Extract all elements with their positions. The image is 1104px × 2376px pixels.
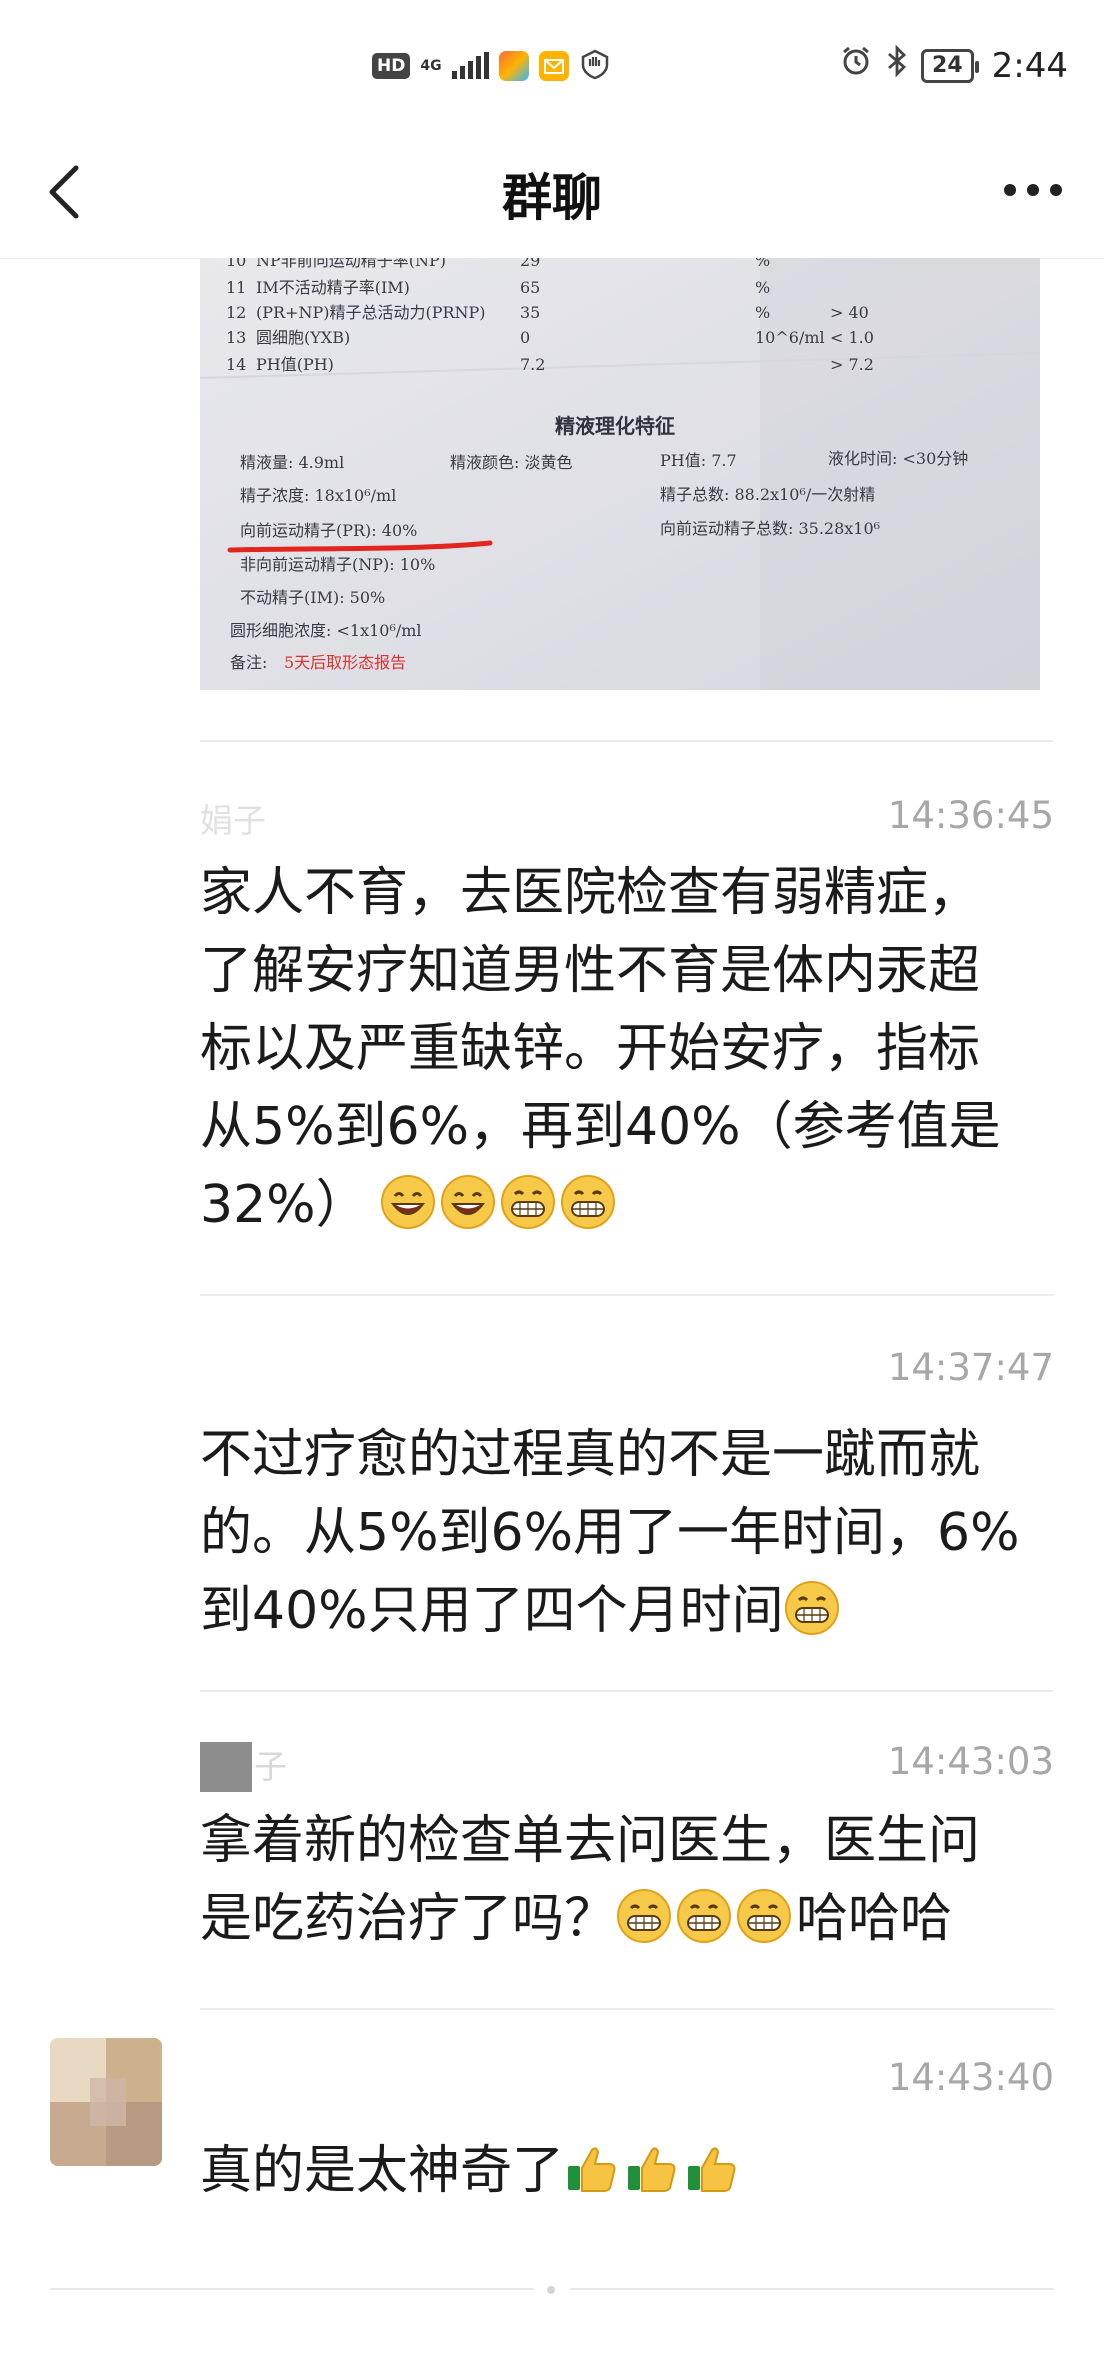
thumbs-up-emoji bbox=[564, 2140, 620, 2196]
alarm-icon bbox=[839, 44, 873, 87]
report-cell: > 7.2 bbox=[830, 355, 874, 374]
report-cell: 圆细胞(YXB) bbox=[256, 328, 350, 347]
chat-header: 群聊 bbox=[0, 130, 1104, 259]
grinning-emoji bbox=[560, 1174, 616, 1230]
report-ph: PH值: 7.7 bbox=[660, 451, 737, 470]
message-text: 拿着新的检查单去问医生，医生问 是吃药治疗了吗？ 哈哈哈 bbox=[200, 1811, 981, 1949]
status-bar: HD 4G 24 2:44 bbox=[0, 0, 1104, 130]
report-section-title: 精液理化特征 bbox=[555, 414, 675, 438]
grinning-emoji bbox=[676, 1888, 732, 1944]
report-cell: 7.2 bbox=[520, 355, 545, 374]
report-cell: 35 bbox=[520, 303, 540, 322]
report-cell: 13 bbox=[226, 328, 246, 347]
report-cell: IM不活动精子率(IM) bbox=[256, 278, 410, 297]
report-volume: 精液量: 4.9ml bbox=[240, 453, 344, 472]
smile-emoji bbox=[380, 1174, 436, 1230]
app-notification-icon bbox=[498, 51, 529, 81]
sender-name: 娟子 bbox=[200, 801, 266, 840]
page-title: 群聊 bbox=[502, 169, 602, 227]
report-pr: 向前运动精子(PR): 40% bbox=[240, 521, 417, 540]
report-cell: < 1.0 bbox=[830, 328, 874, 347]
report-pr-total: 向前运动精子总数: 35.28x10⁶ bbox=[660, 519, 880, 538]
status-icons-left: HD 4G bbox=[372, 48, 611, 84]
battery-icon: 24 bbox=[921, 48, 979, 83]
report-liquefaction: 液化时间: <30分钟 bbox=[828, 449, 968, 468]
smile-emoji bbox=[440, 1174, 496, 1230]
report-total: 精子总数: 88.2x10⁶/一次射精 bbox=[660, 485, 875, 504]
more-dots-icon bbox=[1004, 184, 1062, 196]
message-item: 14:37:47 不过疗愈的过程真的不是一蹴而就 的。从5%到6%用了一年时间，… bbox=[200, 1346, 1054, 1666]
hd-badge: HD bbox=[372, 53, 411, 79]
grinning-emoji bbox=[784, 1580, 840, 1636]
bluetooth-icon bbox=[885, 44, 909, 87]
message-time: 14:36:45 bbox=[887, 794, 1054, 837]
hand-shield-icon bbox=[579, 48, 611, 84]
end-dot bbox=[547, 2286, 555, 2294]
report-round: 圆形细胞浓度: <1x10⁶/ml bbox=[230, 621, 422, 640]
clock-time: 2:44 bbox=[991, 45, 1068, 86]
report-cell: (PR+NP)精子总活动力(PRNP) bbox=[256, 303, 486, 322]
message-time: 14:37:47 bbox=[887, 1346, 1054, 1389]
report-cell: PH值(PH) bbox=[256, 355, 334, 374]
report-cell: NP非前向运动精子率(NP) bbox=[256, 258, 446, 270]
message-text: 家人不育，去医院检查有弱精症， 了解安疗知道男性不育是体内汞超 标以及严重缺锌。… bbox=[200, 863, 1001, 1235]
report-cell: > 40 bbox=[830, 303, 869, 322]
report-cell: 10 bbox=[226, 258, 246, 270]
more-options-button[interactable] bbox=[998, 160, 1068, 220]
report-im: 不动精子(IM): 50% bbox=[240, 588, 385, 607]
grinning-emoji bbox=[500, 1174, 556, 1230]
report-cell: 11 bbox=[226, 278, 246, 297]
network-type: 4G bbox=[420, 57, 442, 74]
grinning-emoji bbox=[616, 1888, 672, 1944]
report-cell: % bbox=[755, 258, 770, 270]
report-cell: 29 bbox=[520, 258, 540, 270]
divider bbox=[200, 740, 1054, 742]
message-time: 14:43:03 bbox=[887, 1740, 1054, 1783]
divider bbox=[50, 2288, 534, 2290]
thumbs-up-emoji bbox=[684, 2140, 740, 2196]
report-np: 非向前运动精子(NP): 10% bbox=[240, 555, 435, 574]
thumbs-up-emoji bbox=[624, 2140, 680, 2196]
message-item: 14:43:40 真的是太神奇了 bbox=[200, 2056, 1054, 2216]
report-note-label: 备注: bbox=[230, 653, 267, 672]
divider bbox=[200, 1294, 1054, 1296]
report-cell: 14 bbox=[226, 355, 246, 374]
grinning-emoji bbox=[736, 1888, 792, 1944]
sender-name: 子 bbox=[254, 1747, 287, 1786]
report-note-text: 5天后取形态报告 bbox=[284, 653, 406, 672]
mail-notification-icon bbox=[538, 51, 569, 81]
lab-report-image[interactable]: 10 NP非前向运动精子率(NP) 29% 11 IM不活动精子率(IM) 65% 12 (P… bbox=[200, 258, 1040, 690]
divider bbox=[200, 1690, 1054, 1692]
signal-icon bbox=[451, 52, 489, 79]
message-text: 不过疗愈的过程真的不是一蹴而就 的。从5%到6%用了一年时间，6% 到40%只用… bbox=[200, 1425, 1020, 1641]
status-icons-right: 24 2:44 bbox=[839, 44, 1068, 87]
report-cell: % bbox=[755, 278, 770, 297]
avatar[interactable] bbox=[50, 2038, 162, 2166]
message-item: 娟子 14:36:45 家人不育，去医院检查有弱精症， 了解安疗知道男性不育是体… bbox=[200, 794, 1054, 1254]
report-concentration: 精子浓度: 18x10⁶/ml bbox=[240, 486, 396, 505]
report-cell: 12 bbox=[226, 303, 246, 322]
divider bbox=[200, 2008, 1054, 2010]
report-color: 精液颜色: 淡黄色 bbox=[450, 453, 572, 472]
report-cell: 0 bbox=[520, 328, 530, 347]
message-text: 真的是太神奇了 bbox=[200, 2132, 1056, 2210]
sender-avatar-placeholder bbox=[200, 1742, 252, 1792]
report-cell: 10^6/ml bbox=[755, 328, 825, 347]
divider bbox=[570, 2288, 1054, 2290]
message-time: 14:43:40 bbox=[887, 2056, 1054, 2099]
report-cell: 65 bbox=[520, 278, 540, 297]
message-item: 子 14:43:03 拿着新的检查单去问医生，医生问 是吃药治疗了吗？ 哈哈哈 bbox=[200, 1740, 1054, 2000]
report-cell: % bbox=[755, 303, 770, 322]
